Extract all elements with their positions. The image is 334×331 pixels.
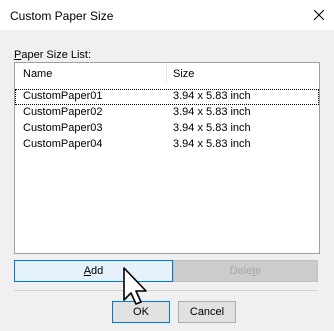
add-accelerator: A (83, 265, 92, 277)
cancel-button[interactable]: Cancel (178, 301, 236, 323)
paper-name: CustomPaper01 (23, 90, 103, 102)
delete-button[interactable]: Dele t e (173, 260, 318, 282)
paper-size: 3.94 x 5.83 inch (173, 138, 251, 150)
title-bar: Custom Paper Size (0, 0, 334, 30)
list-item[interactable]: CustomPaper04 3.94 x 5.83 inch (15, 137, 319, 153)
close-button[interactable] (304, 0, 334, 30)
window-title: Custom Paper Size (10, 9, 114, 23)
column-header-name[interactable]: Name (23, 68, 52, 80)
list-header: Name Size (15, 63, 319, 83)
label-text: aper Size List: (21, 49, 92, 61)
list-item[interactable]: CustomPaper03 3.94 x 5.83 inch (15, 121, 319, 137)
add-label: dd (91, 265, 104, 277)
delete-label-pre: Dele (229, 265, 253, 277)
column-divider[interactable] (166, 63, 167, 83)
delete-label-post: e (255, 265, 262, 277)
paper-name: CustomPaper03 (23, 122, 103, 134)
paper-name: CustomPaper04 (23, 138, 103, 150)
paper-size: 3.94 x 5.83 inch (173, 106, 251, 118)
separator (14, 290, 318, 291)
close-icon (314, 10, 324, 20)
paper-size: 3.94 x 5.83 inch (173, 122, 251, 134)
mouse-pointer-icon (123, 267, 147, 305)
list-item[interactable]: CustomPaper01 3.94 x 5.83 inch (15, 89, 319, 105)
paper-size: 3.94 x 5.83 inch (173, 90, 251, 102)
list-item[interactable]: CustomPaper02 3.94 x 5.83 inch (15, 105, 319, 121)
paper-name: CustomPaper02 (23, 106, 103, 118)
column-header-size[interactable]: Size (173, 68, 194, 80)
paper-size-list[interactable]: Name Size CustomPaper01 3.94 x 5.83 inch… (14, 62, 320, 254)
paper-size-list-label: Paper Size List: (14, 49, 91, 61)
